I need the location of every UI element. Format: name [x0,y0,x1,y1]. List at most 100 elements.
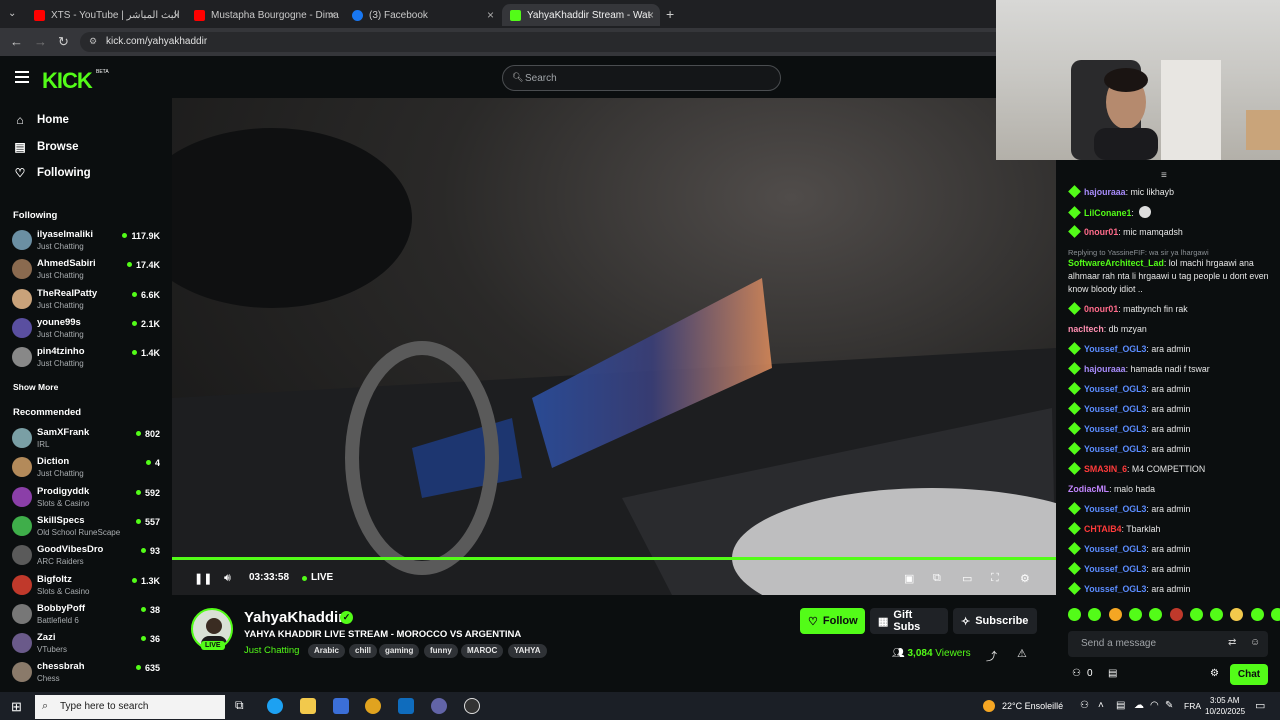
emote-icon[interactable] [1230,608,1244,621]
chat-username[interactable]: SoftwareArchitect_Lad [1068,258,1164,268]
follow-button[interactable]: ♡ Follow [800,608,865,634]
tag[interactable]: gaming [379,644,420,658]
close-tab-icon[interactable]: × [487,8,494,22]
points-icon[interactable]: ⚇ [1072,668,1081,679]
weather-text[interactable]: 22°C Ensoleillé [1002,701,1063,711]
chat-username[interactable]: LilConane1 [1084,208,1131,218]
progress-bar[interactable] [172,557,1056,560]
browser-tab-mustapha[interactable]: Mustapha Bourgogne - Dima M × [186,4,342,26]
notification-icon[interactable]: ▭ [1255,699,1265,712]
settings-icon[interactable]: ⚙ [1020,572,1030,585]
chat-username[interactable]: Youssef_OGL3 [1084,444,1146,454]
gift-subs-button[interactable]: ▦ Gift Subs [870,608,948,634]
chat-message[interactable]: Youssef_OGL3: ara admin [1068,422,1272,436]
language-indicator[interactable]: FRA [1184,701,1201,711]
browser-tab-kick[interactable]: YahyaKhaddir Stream - Wat × [502,4,660,26]
share-icon[interactable]: ⤴ [986,648,997,664]
chat-message[interactable]: nacltech: db mzyan [1068,323,1272,336]
chat-input[interactable]: Send a message ⇄ ☺ [1068,631,1268,657]
chat-username[interactable]: hajouraaa [1084,187,1126,197]
edge-icon[interactable] [267,698,283,714]
reload-icon[interactable]: ↻ [58,34,69,50]
new-tab-icon[interactable]: + [666,6,674,22]
file-explorer-icon[interactable] [300,698,316,714]
sidebar-channel[interactable]: Zazi VTubers 36 [12,631,162,657]
site-info-icon[interactable]: ⚙ [89,36,97,47]
emote-icon[interactable] [1210,608,1224,621]
sidebar-channel[interactable]: youne99s Just Chatting 2.1K [12,316,162,342]
sidebar-channel[interactable]: ilyaselmaliki Just Chatting 117.9K [12,228,162,254]
app-icon[interactable] [431,698,447,714]
chat-username[interactable]: Youssef_OGL3 [1084,384,1146,394]
chat-message[interactable]: SMA3IN_6: M4 COMPETTION [1068,462,1272,476]
taskbar-search-input[interactable]: ⌕ Type here to search [35,695,225,719]
emote-icon[interactable] [1068,608,1081,621]
chat-message[interactable]: SoftwareArchitect_Lad: lol machi hrgaawi… [1068,257,1272,296]
video-player[interactable] [172,98,1056,595]
tag[interactable]: funny [424,644,458,658]
chat-username[interactable]: Youssef_OGL3 [1084,504,1146,514]
chat-username[interactable]: Youssef_OGL3 [1084,344,1146,354]
chat-message[interactable]: Youssef_OGL3: ara admin [1068,502,1272,516]
chat-message[interactable]: Youssef_OGL3: ara admin [1068,442,1272,456]
emote-icon[interactable] [1108,608,1122,621]
chat-username[interactable]: 0nour01 [1084,304,1118,314]
sidebar-channel[interactable]: chessbrah Chess 635 [12,660,162,686]
chat-username[interactable]: Youssef_OGL3 [1084,544,1146,554]
show-more-link[interactable]: Show More [13,382,58,392]
chat-message[interactable]: Youssef_OGL3: ara admin [1068,582,1272,596]
clock-date[interactable]: 10/20/2025 [1205,707,1245,716]
kick-logo[interactable]: KICK [42,68,93,94]
miniplayer-icon[interactable]: ▣ [904,572,914,585]
emote-icon[interactable] [1189,608,1203,621]
subscribe-button[interactable]: ✧ Subscribe [953,608,1037,634]
chat-message[interactable]: Youssef_OGL3: ara admin [1068,542,1272,556]
tag[interactable]: MAROC [461,644,504,658]
chat-username[interactable]: Youssef_OGL3 [1084,564,1146,574]
pause-icon[interactable]: ❚❚ [194,572,212,585]
clip-icon[interactable]: ⧉ [933,572,941,585]
search-input[interactable]: 🔍︎ Search [502,65,781,91]
chat-message[interactable]: 0nour01: matbynch fin rak [1068,302,1272,316]
chat-filter-icon[interactable]: ≡ [1161,170,1167,181]
chat-username[interactable]: hajouraaa [1084,364,1126,374]
wifi-icon[interactable]: ◠ [1150,700,1159,711]
nav-following[interactable]: ♡ Following [13,166,91,180]
fullscreen-icon[interactable]: ⛶ [991,572,999,585]
back-icon[interactable]: ← [10,34,23,49]
chat-message[interactable]: 0nour01: mic mamqadsh [1068,225,1272,239]
volume-icon[interactable]: 🔊︎ [224,572,231,585]
sidebar-channel[interactable]: Prodigyddk Slots & Casino 592 [12,485,162,511]
sidebar-channel[interactable]: AhmedSabiri Just Chatting 17.4K [12,257,162,283]
sidebar-channel[interactable]: SkillSpecs Old School RuneScape 557 [12,514,162,540]
chat-username[interactable]: ZodiacML [1068,484,1109,494]
close-tab-icon[interactable]: × [329,8,336,22]
chat-message[interactable]: Youssef_OGL3: ara admin [1068,382,1272,396]
forward-icon[interactable]: → [34,34,47,49]
emoji-icon[interactable]: ☺ [1250,637,1260,648]
browser-tab-youtube[interactable]: XTS - YouTube | البث المباشر × [26,4,186,26]
store-icon[interactable] [333,698,349,714]
emote-icon[interactable] [1088,608,1102,621]
sidebar-channel[interactable]: pin4tzinho Just Chatting 1.4K [12,345,162,371]
chat-message[interactable]: ZodiacML: malo hada [1068,483,1272,496]
outlook-icon[interactable] [398,698,414,714]
task-view-icon[interactable]: ⧉ [235,698,244,713]
tab-search-icon[interactable]: ⌄ [8,8,16,19]
chevron-up-icon[interactable]: ˄ [1098,700,1104,711]
chat-message[interactable]: hajouraaa: hamada nadi f tswar [1068,362,1272,376]
chat-username[interactable]: Youssef_OGL3 [1084,584,1146,594]
translate-icon[interactable]: ⇄ [1228,637,1236,648]
store-icon[interactable]: ▤ [1108,668,1117,679]
tag[interactable]: Arabic [308,644,345,658]
emote-icon[interactable] [1128,608,1142,621]
windows-start-icon[interactable]: ⊞ [11,699,22,715]
clock-time[interactable]: 3:05 AM [1210,696,1239,705]
onedrive-icon[interactable]: ☁ [1134,700,1144,711]
stream-category[interactable]: Just Chatting [244,645,299,656]
close-tab-icon[interactable]: × [173,8,180,22]
chat-username[interactable]: Youssef_OGL3 [1084,404,1146,414]
chat-message[interactable]: hajouraaa: mic likhayb [1068,185,1272,199]
people-icon[interactable]: ⚇ [1080,700,1089,711]
chat-username[interactable]: SMA3IN_6 [1084,464,1127,474]
